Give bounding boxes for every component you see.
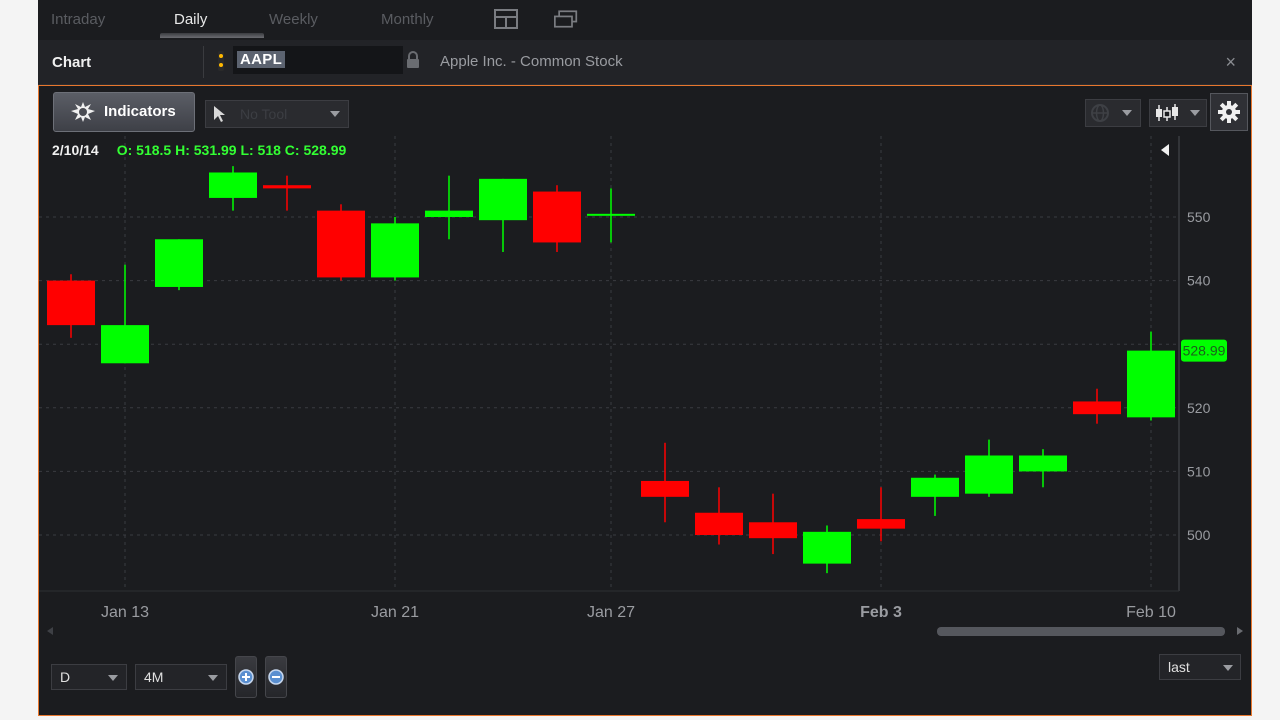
indicators-label: Indicators xyxy=(104,103,176,120)
x-tick-label: Feb 3 xyxy=(860,604,902,621)
candle-body xyxy=(695,512,743,535)
candlestick-chart[interactable]: 500 510 520 540 550 Jan 13 Jan 21 Jan 27 Feb 3 Fe… xyxy=(39,86,1251,715)
x-tick-label: Jan 27 xyxy=(587,604,635,621)
close-icon[interactable]: × xyxy=(1225,52,1236,73)
candle-body xyxy=(1127,350,1175,418)
y-tick-label: 550 xyxy=(1187,209,1211,225)
readout-date: 2/10/14 xyxy=(52,142,99,158)
candle-body xyxy=(641,480,689,497)
lock-icon[interactable] xyxy=(406,51,420,69)
chevron-down-icon xyxy=(1190,110,1200,116)
active-tab-indicator xyxy=(160,33,264,38)
candle-body xyxy=(1073,401,1121,415)
candle-body xyxy=(857,519,905,529)
last-price-label: 528.99 xyxy=(1183,343,1226,359)
indicators-button[interactable]: Indicators xyxy=(53,92,195,132)
tab-intraday[interactable]: Intraday xyxy=(51,11,105,28)
scrollbar-thumb xyxy=(937,627,1225,636)
chevron-down-icon xyxy=(330,111,340,117)
tab-daily[interactable]: Daily xyxy=(174,11,207,28)
y-tick-label: 540 xyxy=(1187,273,1211,289)
candle-body xyxy=(47,280,95,326)
candle-body xyxy=(479,178,527,221)
globe-icon xyxy=(1091,104,1109,122)
candle-body xyxy=(155,239,203,287)
candle-body xyxy=(533,191,581,243)
chevron-down-icon xyxy=(1122,110,1132,116)
candle-body xyxy=(425,210,473,217)
symbol-description: Apple Inc. - Common Stock xyxy=(440,53,623,70)
price-type-value: last xyxy=(1168,659,1190,675)
readout-ohlc: O: 518.5 H: 531.99 L: 518 C: 528.99 xyxy=(116,142,347,158)
candle-body xyxy=(317,210,365,278)
tool-placeholder: No Tool xyxy=(240,106,288,122)
zoom-in-button[interactable] xyxy=(235,656,257,698)
timeframe-tabs: Intraday Daily Weekly Monthly xyxy=(38,0,1252,38)
symbol-input[interactable]: AAPL xyxy=(233,46,403,74)
tab-weekly[interactable]: Weekly xyxy=(269,11,318,28)
candle-body xyxy=(965,455,1013,494)
chart-header: Chart AAPL Apple Inc. - Common Stock × xyxy=(38,40,1252,85)
indicators-icon xyxy=(71,102,95,122)
panel-title: Chart xyxy=(52,54,92,71)
globe-dropdown[interactable] xyxy=(1085,99,1141,127)
zoom-out-icon xyxy=(268,669,284,685)
candle-body xyxy=(1019,455,1067,472)
chart-window: Intraday Daily Weekly Monthly Chart AAPL xyxy=(38,0,1252,716)
range-value: 4M xyxy=(144,669,164,685)
price-type-dropdown[interactable]: last xyxy=(1159,654,1241,680)
interval-value: D xyxy=(60,669,71,685)
y-tick-label: 510 xyxy=(1187,463,1211,479)
candle-body xyxy=(911,477,959,497)
candle-body xyxy=(371,223,419,278)
drawing-tool-dropdown[interactable]: No Tool xyxy=(205,100,349,128)
candle-body xyxy=(587,213,635,216)
ohlc-readout: 2/10/14 O: 518.5 H: 531.99 L: 518 C: 528.… xyxy=(52,142,346,158)
collapse-arrow-icon xyxy=(1161,144,1169,156)
settings-button[interactable] xyxy=(1210,93,1248,131)
x-tick-label: Jan 13 xyxy=(101,604,149,621)
tab-monthly[interactable]: Monthly xyxy=(381,11,434,28)
range-dropdown[interactable]: 4M xyxy=(135,664,227,690)
chart-panel: 500 510 520 540 550 Jan 13 Jan 21 Jan 27 Feb 3 Fe… xyxy=(38,85,1252,716)
gear-icon xyxy=(1218,101,1240,123)
x-tick-label: Jan 21 xyxy=(371,604,419,621)
header-divider xyxy=(203,46,204,78)
y-tick-label: 520 xyxy=(1187,400,1211,416)
candle-body xyxy=(803,531,851,564)
chart-type-dropdown[interactable] xyxy=(1149,99,1207,127)
layout-icon[interactable] xyxy=(494,9,518,29)
candle-body xyxy=(263,185,311,189)
zoom-out-button[interactable] xyxy=(265,656,287,698)
chevron-down-icon xyxy=(208,675,218,681)
symbol-text: AAPL xyxy=(237,51,286,68)
x-tick-label: Feb 10 xyxy=(1126,604,1176,621)
cursor-icon xyxy=(214,106,225,122)
y-tick-label: 500 xyxy=(1187,527,1211,543)
candle-body xyxy=(749,522,797,539)
interval-dropdown[interactable]: D xyxy=(51,664,127,690)
candlestick-icon xyxy=(1156,104,1178,121)
zoom-in-icon xyxy=(238,669,254,685)
chevron-down-icon xyxy=(1223,665,1233,671)
detach-window-icon[interactable] xyxy=(554,9,578,29)
candle-body xyxy=(101,325,149,364)
candle-body xyxy=(209,172,257,198)
chevron-down-icon xyxy=(108,675,118,681)
signal-icon xyxy=(218,51,224,71)
